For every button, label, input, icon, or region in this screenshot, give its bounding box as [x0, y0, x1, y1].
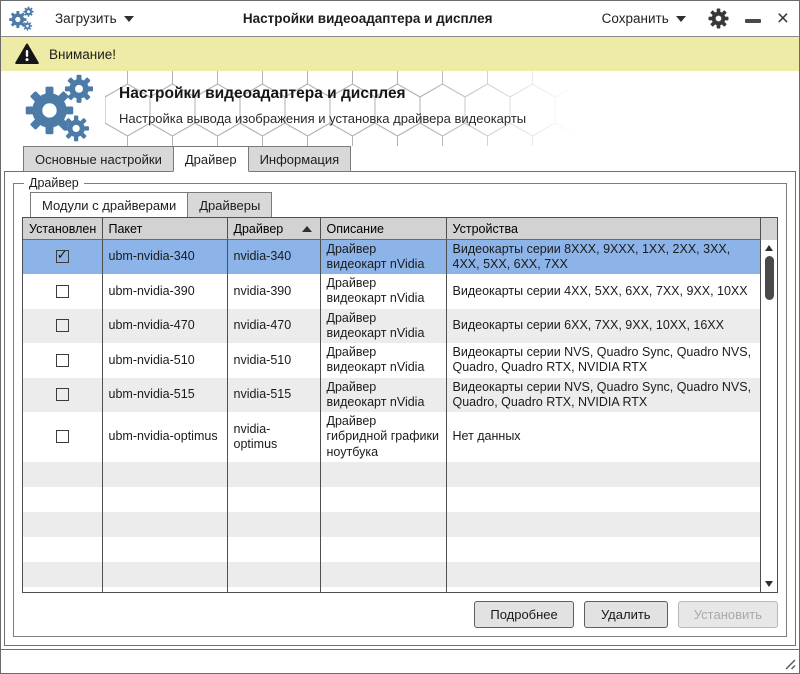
- col-header-description[interactable]: Описание: [320, 218, 446, 239]
- warning-text: Внимание!: [49, 47, 116, 62]
- empty-row: [23, 537, 760, 562]
- remove-button[interactable]: Удалить: [584, 601, 668, 628]
- installed-checkbox[interactable]: [56, 319, 69, 332]
- scroll-down-icon: [765, 581, 773, 587]
- installed-checkbox-checked[interactable]: ✓: [56, 250, 69, 263]
- table-row[interactable]: ubm-nvidia-390 nvidia-390 Драйвер видеок…: [23, 274, 760, 309]
- titlebar: Загрузить Настройки видеоадаптера и дисп…: [1, 1, 799, 37]
- load-button-label: Загрузить: [55, 11, 117, 26]
- scroll-up-button[interactable]: [761, 241, 777, 255]
- app-gears-icon: [9, 6, 35, 32]
- dropdown-arrow-icon: [676, 16, 686, 22]
- tab-information[interactable]: Информация: [249, 146, 352, 172]
- table-row[interactable]: ubm-nvidia-510 nvidia-510 Драйвер видеок…: [23, 343, 760, 378]
- action-buttons: Подробнее Удалить Установить: [22, 601, 778, 628]
- scrollbar-thumb[interactable]: [765, 256, 774, 300]
- tab-drivers[interactable]: Драйверы: [188, 192, 272, 217]
- page-title: Настройки видеоадаптера и дисплея: [119, 85, 526, 103]
- table-row[interactable]: ubm-nvidia-515 nvidia-515 Драйвер видеок…: [23, 378, 760, 413]
- close-button[interactable]: ×: [777, 8, 789, 29]
- save-button-label: Сохранить: [602, 11, 669, 26]
- minimize-button[interactable]: [745, 19, 761, 23]
- empty-row: [23, 587, 760, 593]
- status-bar: [1, 649, 799, 673]
- installed-checkbox[interactable]: [56, 430, 69, 443]
- installed-checkbox[interactable]: [56, 285, 69, 298]
- installed-checkbox[interactable]: [56, 354, 69, 367]
- resize-grip[interactable]: [782, 656, 796, 670]
- col-header-installed[interactable]: Установлен: [23, 218, 102, 239]
- check-icon: ✓: [57, 247, 68, 263]
- settings-gear-button[interactable]: [708, 8, 729, 29]
- vertical-scrollbar[interactable]: [760, 240, 777, 592]
- table-row[interactable]: ubm-nvidia-optimus nvidia-optimus Драйве…: [23, 412, 760, 462]
- tab-panel: Драйвер Модули с драйверами Драйверы Уст…: [4, 171, 796, 646]
- tab-driver-modules[interactable]: Модули с драйверами: [30, 192, 188, 217]
- warning-bar: Внимание!: [1, 37, 799, 71]
- col-header-devices[interactable]: Устройства: [446, 218, 760, 239]
- details-button[interactable]: Подробнее: [474, 601, 573, 628]
- banner: Настройки видеоадаптера и дисплея Настро…: [1, 71, 799, 146]
- col-header-package[interactable]: Пакет: [102, 218, 227, 239]
- install-button[interactable]: Установить: [678, 601, 778, 628]
- save-button[interactable]: Сохранить: [596, 7, 692, 30]
- scroll-up-icon: [765, 245, 773, 251]
- dropdown-arrow-icon: [124, 16, 134, 22]
- col-header-driver[interactable]: Драйвер: [227, 218, 320, 239]
- scroll-down-button[interactable]: [761, 577, 777, 591]
- main-tabs: Основные настройки Драйвер Информация: [1, 146, 799, 172]
- load-button[interactable]: Загрузить: [49, 7, 140, 30]
- page-subtitle: Настройка вывода изображения и установка…: [119, 111, 526, 126]
- driver-groupbox: Драйвер Модули с драйверами Драйверы Уст…: [13, 176, 787, 637]
- empty-row: [23, 487, 760, 512]
- gear-icon: [708, 8, 729, 29]
- sort-ascending-icon: [302, 226, 312, 232]
- table-header-row: Установлен Пакет Драйвер Описание Устрой…: [23, 218, 760, 239]
- drivers-table: Установлен Пакет Драйвер Описание Устрой…: [22, 217, 778, 593]
- empty-row: [23, 462, 760, 487]
- tab-basic-settings[interactable]: Основные настройки: [23, 146, 173, 172]
- warning-triangle-icon: [15, 43, 39, 65]
- table-row[interactable]: ubm-nvidia-470 nvidia-470 Драйвер видеок…: [23, 309, 760, 344]
- driver-subtabs: Модули с драйверами Драйверы: [22, 192, 778, 217]
- empty-row: [23, 562, 760, 587]
- groupbox-label: Драйвер: [24, 176, 84, 190]
- table-row[interactable]: ✓ ubm-nvidia-340 nvidia-340 Драйвер виде…: [23, 239, 760, 274]
- window-title: Настройки видеоадаптера и дисплея: [140, 11, 596, 26]
- app-window: Загрузить Настройки видеоадаптера и дисп…: [0, 0, 800, 674]
- installed-checkbox[interactable]: [56, 388, 69, 401]
- app-gears-logo: [17, 73, 105, 145]
- tab-driver[interactable]: Драйвер: [173, 146, 249, 172]
- scrollbar-header-cap: [760, 218, 777, 240]
- empty-row: [23, 512, 760, 537]
